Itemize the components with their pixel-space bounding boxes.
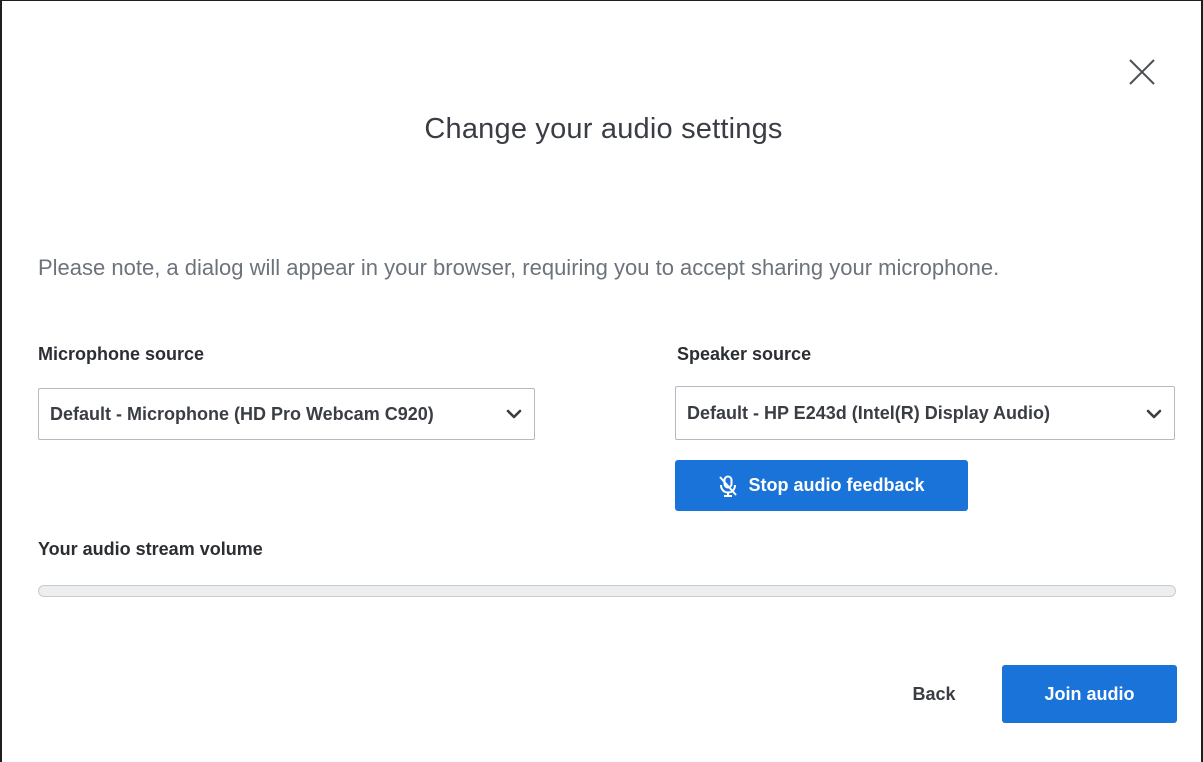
speaker-source-select[interactable]: Default - HP E243d (Intel(R) Display Aud… [675, 386, 1175, 440]
chevron-down-icon [1146, 409, 1162, 419]
permission-note: Please note, a dialog will appear in you… [38, 255, 1000, 280]
speaker-source-label: Speaker source [677, 344, 812, 364]
back-button-label: Back [912, 683, 956, 704]
mic-off-icon [719, 475, 738, 497]
back-button[interactable]: Back [882, 669, 986, 719]
volume-label: Your audio stream volume [38, 539, 263, 559]
volume-meter [38, 585, 1176, 597]
microphone-source-select[interactable]: Default - Microphone (HD Pro Webcam C920… [38, 388, 535, 440]
join-audio-label: Join audio [1044, 683, 1135, 704]
stop-audio-feedback-label: Stop audio feedback [748, 475, 925, 495]
microphone-source-label: Microphone source [38, 344, 205, 364]
close-icon [1129, 59, 1155, 85]
close-button[interactable] [1124, 54, 1160, 90]
stop-audio-feedback-button[interactable]: Stop audio feedback [675, 460, 968, 511]
speaker-selected-value: Default - HP E243d (Intel(R) Display Aud… [687, 402, 1051, 423]
chevron-down-icon [506, 409, 522, 419]
microphone-selected-value: Default - Microphone (HD Pro Webcam C920… [50, 403, 434, 424]
audio-settings-dialog: Change your audio settings Please note, … [0, 0, 1203, 762]
join-audio-button[interactable]: Join audio [1002, 665, 1177, 723]
dialog-title: Change your audio settings [424, 113, 783, 145]
